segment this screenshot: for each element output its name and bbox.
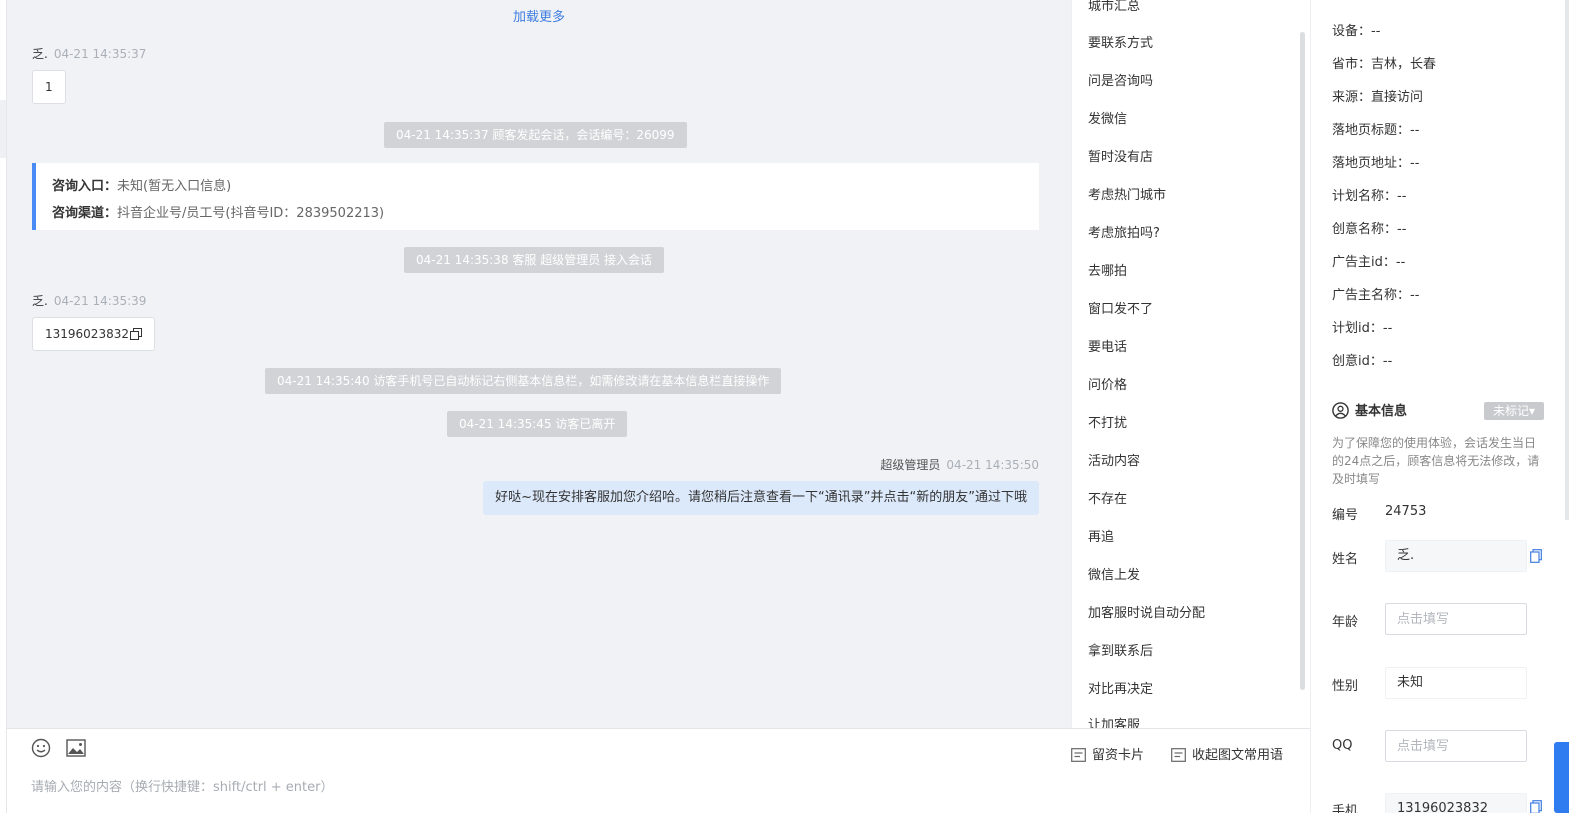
toggle-phrases-label: 收起图文常用语 (1192, 748, 1284, 763)
visitor-info-panel: 设备：-- 省市：吉林，长春 来源：直接访问 落地页标题：-- 落地页地址：--… (1310, 0, 1569, 813)
copy-icon[interactable] (1530, 549, 1542, 563)
system-message: 04-21 14:35:45 访客已离开 (447, 411, 628, 437)
edit-notice: 为了保障您的使用体验，会话发生当日的24点之后，顾客信息将无法修改，请及时填写 (1332, 436, 1540, 486)
quick-phrase-list[interactable]: 城市汇总 要联系方式 问是咨询吗 发微信 暂时没有店 考虑热门城市 考虑旅拍吗?… (1071, 0, 1310, 728)
phrase-item[interactable]: 发微信 (1088, 108, 1127, 127)
detail-creative-id: 创意id：-- (1332, 354, 1393, 369)
qq-label: QQ (1332, 738, 1353, 753)
message-text: 1 (45, 80, 53, 94)
phrase-item[interactable]: 微信上发 (1088, 564, 1140, 583)
visitor-sender-line: 乏. 04-21 14:35:37 (32, 45, 146, 62)
panel-scrollbar[interactable] (1565, 0, 1569, 520)
phrase-item[interactable]: 拿到联系后 (1088, 640, 1153, 659)
detail-plan-name: 计划名称：-- (1332, 189, 1407, 204)
detail-source: 来源：直接访问 (1332, 90, 1424, 105)
detail-landing-title: 落地页标题：-- (1332, 123, 1420, 138)
phrase-item[interactable]: 对比再决定 (1088, 678, 1153, 697)
phrase-item[interactable]: 再追 (1088, 526, 1114, 545)
visitor-sender-line: 乏. 04-21 14:35:39 (32, 292, 146, 309)
phrase-item[interactable]: 考虑热门城市 (1088, 184, 1166, 203)
phrase-item[interactable]: 考虑旅拍吗? (1088, 222, 1160, 241)
entry-label: 咨询入口： (52, 179, 118, 194)
phrase-item[interactable]: 要联系方式 (1088, 32, 1153, 51)
left-edge-strip (0, 0, 7, 813)
agent-message-bubble: 好哒~现在安排客服加您介绍哈。请您稍后注意查看一下“通讯录”并点击“新的朋友”通… (483, 481, 1039, 515)
phrase-item[interactable]: 活动内容 (1088, 450, 1140, 469)
copy-icon[interactable] (129, 328, 142, 340)
detail-advertiser-id: 广告主id：-- (1332, 255, 1406, 270)
phrase-item[interactable]: 去哪拍 (1088, 260, 1127, 279)
user-circle-icon (1332, 402, 1349, 419)
floating-service-widget[interactable] (1554, 742, 1569, 813)
age-input[interactable] (1385, 603, 1527, 635)
list-icon (1171, 748, 1186, 762)
detail-creative-name: 创意名称：-- (1332, 222, 1407, 237)
detail-region: 省市：吉林，长春 (1332, 57, 1437, 72)
message-input[interactable] (31, 777, 931, 797)
sender-name: 乏. (32, 294, 48, 308)
channel-label: 咨询渠道： (52, 206, 118, 221)
phone-field[interactable]: 13196023832 (1385, 793, 1527, 813)
agent-sender-line: 超级管理员 04-21 14:35:50 (880, 456, 1039, 473)
phrase-item[interactable]: 城市汇总 (1088, 0, 1140, 14)
system-message: 04-21 14:35:40 访客手机号已自动标记右侧基本信息栏，如需修改请在基… (265, 368, 782, 394)
chat-messages[interactable]: 加载更多 乏. 04-21 14:35:37 1 04-21 14:35:37 顾… (7, 0, 1071, 728)
message-time: 04-21 14:35:37 (53, 47, 147, 61)
tag-dropdown[interactable]: 未标记▾ (1484, 402, 1544, 420)
left-edge-notch (0, 100, 6, 158)
id-value: 24753 (1385, 504, 1427, 519)
sender-name: 乏. (32, 47, 48, 61)
agent-name: 超级管理员 (880, 458, 941, 472)
detail-device: 设备：-- (1332, 24, 1381, 39)
phrase-item[interactable]: 让加客服 (1088, 714, 1140, 728)
gender-select[interactable]: 未知 (1385, 667, 1527, 699)
system-message: 04-21 14:35:37 顾客发起会话，会话编号：26099 (384, 122, 687, 148)
basic-info-title: 基本信息 (1332, 400, 1407, 419)
age-label: 年龄 (1332, 615, 1359, 630)
phrase-item[interactable]: 不打扰 (1088, 412, 1127, 431)
phrase-item[interactable]: 问是咨询吗 (1088, 70, 1153, 89)
name-label: 姓名 (1332, 552, 1359, 567)
name-field[interactable]: 乏. (1385, 540, 1527, 572)
visitor-message-bubble: 1 (32, 70, 66, 104)
detail-landing-url: 落地页地址：-- (1332, 156, 1420, 171)
phrase-item[interactable]: 窗口发不了 (1088, 298, 1153, 317)
entry-value: 未知(暂无入口信息) (117, 179, 232, 194)
message-time: 04-21 14:35:39 (53, 294, 147, 308)
detail-advertiser-name: 广告主名称：-- (1332, 288, 1420, 303)
phrase-item[interactable]: 加客服时说自动分配 (1088, 602, 1205, 621)
image-icon[interactable] (66, 738, 86, 758)
phrase-item[interactable]: 要电话 (1088, 336, 1127, 355)
consult-info-card: 咨询入口：未知(暂无入口信息) 咨询渠道：抖音企业号/员工号(抖音号ID：283… (32, 163, 1039, 230)
phone-label: 手机 (1332, 804, 1359, 813)
phrase-item[interactable]: 暂时没有店 (1088, 146, 1153, 165)
qq-input[interactable] (1385, 730, 1527, 762)
phrase-item[interactable]: 问价格 (1088, 374, 1127, 393)
lead-card-label: 留资卡片 (1092, 748, 1145, 763)
detail-plan-id: 计划id：-- (1332, 321, 1393, 336)
toggle-phrases-button[interactable]: 收起图文常用语 (1171, 744, 1283, 763)
lead-card-button[interactable]: 留资卡片 (1071, 744, 1144, 763)
phrase-scrollbar[interactable] (1300, 32, 1305, 690)
visitor-message-bubble: 13196023832 (32, 317, 155, 351)
message-time: 04-21 14:35:50 (946, 458, 1039, 472)
id-label: 编号 (1332, 508, 1359, 523)
system-message: 04-21 14:35:38 客服 超级管理员 接入会话 (404, 247, 665, 273)
phrase-item[interactable]: 不存在 (1088, 488, 1127, 507)
message-composer: 留资卡片 收起图文常用语 (7, 728, 1310, 813)
channel-value: 抖音企业号/员工号(抖音号ID：2839502213) (117, 206, 385, 221)
gender-label: 性别 (1332, 679, 1359, 694)
smile-icon[interactable] (31, 738, 51, 758)
load-more-link[interactable]: 加载更多 (7, 6, 1071, 25)
copy-icon[interactable] (1530, 800, 1542, 813)
card-icon (1071, 748, 1086, 762)
message-text: 13196023832 (45, 327, 129, 341)
